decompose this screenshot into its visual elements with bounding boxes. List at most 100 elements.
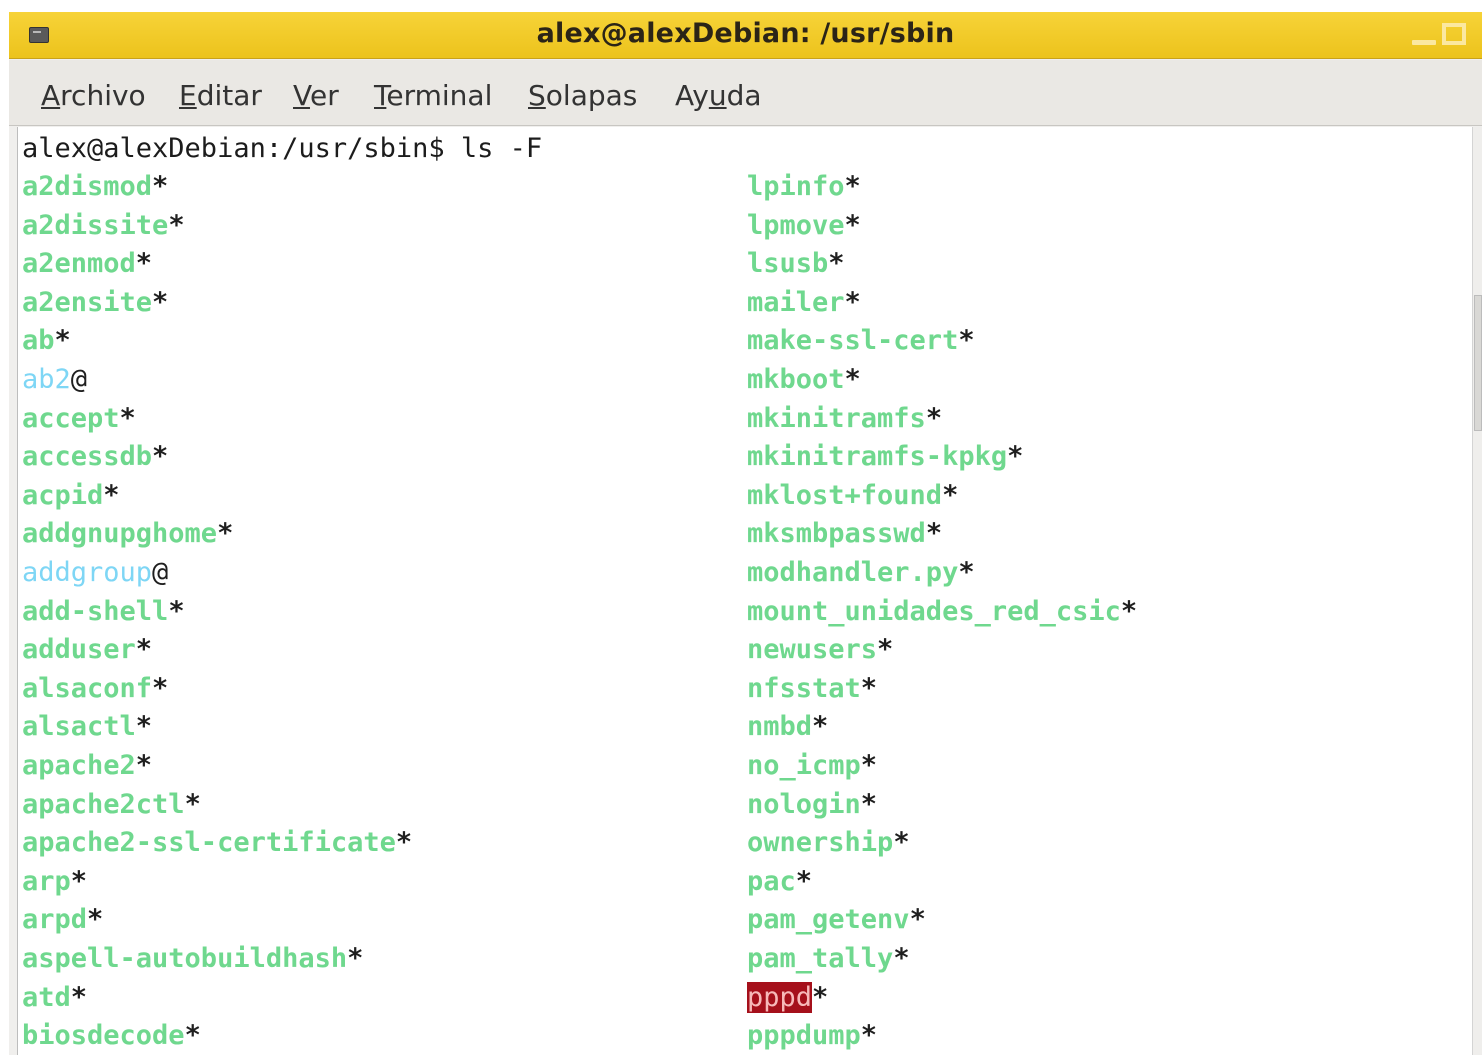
file-entry: apache2*	[22, 747, 152, 785]
menu-terminal-label: erminal	[386, 79, 493, 112]
file-type-suffix: *	[844, 209, 861, 241]
file-name: biosdecode	[22, 1020, 185, 1052]
file-type-suffix: *	[87, 904, 104, 936]
file-name: pam_tally	[747, 943, 894, 974]
file-name: acpid	[22, 479, 104, 511]
menu-ayuda-mnemonic: u	[708, 79, 727, 112]
menu-solapas-mnemonic: S	[528, 79, 546, 112]
file-type-suffix: *	[860, 672, 878, 704]
file-entry: addgnupghome*	[22, 515, 233, 553]
file-name: pam_getenv	[747, 904, 910, 936]
file-type-suffix: @	[152, 557, 169, 588]
title-bar[interactable]: alex@alexDebian: /usr/sbin	[9, 12, 1482, 59]
file-name: mount_unidades_red_csic	[747, 595, 1121, 627]
file-type-suffix: *	[70, 981, 88, 1013]
file-name: no_icmp	[747, 750, 861, 781]
file-type-suffix: *	[828, 248, 845, 280]
file-type-suffix: *	[168, 209, 185, 241]
file-entry: biosdecode*	[22, 1017, 201, 1055]
file-name: pppdump	[747, 1020, 861, 1052]
vertical-scrollbar[interactable]	[1472, 127, 1482, 1055]
menu-ayuda-label: da	[726, 79, 762, 112]
file-entry: nologin*	[747, 786, 877, 824]
menu-ayuda[interactable]: Ayuda	[675, 79, 762, 112]
file-type-suffix: *	[152, 171, 169, 202]
menu-solapas[interactable]: Solapas	[528, 79, 637, 112]
file-type-suffix: *	[103, 479, 120, 511]
file-type-suffix: *	[925, 402, 943, 434]
file-name: apache2-ssl-certificate	[22, 827, 396, 859]
file-entry: nfsstat*	[747, 670, 877, 708]
menu-solapas-label: olapas	[545, 79, 638, 112]
file-type-suffix: *	[925, 518, 943, 550]
maximize-icon[interactable]	[1442, 23, 1466, 45]
file-name: pppd	[747, 981, 813, 1013]
file-type-suffix: *	[893, 827, 910, 859]
file-name: a2dismod	[22, 171, 153, 202]
file-name: pac	[747, 865, 796, 897]
file-name: addgroup	[22, 557, 153, 588]
file-entry: newusers*	[747, 631, 893, 669]
file-entry: addgroup@	[22, 554, 168, 592]
file-name: atd	[22, 981, 71, 1013]
file-entry: pppd*	[747, 979, 828, 1017]
file-entry: a2enmod*	[22, 245, 152, 283]
file-type-suffix: @	[70, 364, 88, 395]
file-name: mkinitramfs	[747, 402, 926, 434]
terminal-output[interactable]: alex@alexDebian:/usr/sbin$ ls -F a2dismo…	[17, 127, 1473, 1055]
file-entry: lsusb*	[747, 245, 845, 283]
menu-terminal[interactable]: Terminal	[374, 79, 492, 112]
file-entry: mount_unidades_red_csic*	[747, 593, 1137, 631]
menu-archivo-label: rchivo	[60, 79, 146, 112]
file-entry: make-ssl-cert*	[747, 322, 975, 360]
file-entry: accept*	[22, 400, 136, 438]
minimize-icon[interactable]	[1412, 40, 1436, 45]
file-type-suffix: *	[70, 865, 88, 897]
file-name: newusers	[747, 634, 878, 666]
file-type-suffix: *	[909, 904, 926, 936]
file-type-suffix: *	[860, 750, 878, 781]
file-entry: mkinitramfs-kpkg*	[747, 438, 1023, 476]
file-type-suffix: *	[347, 943, 364, 974]
file-entry: no_icmp*	[747, 747, 877, 785]
menu-editar[interactable]: Editar	[179, 79, 262, 112]
file-entry: ownership*	[747, 824, 910, 862]
file-entry: pppdump*	[747, 1017, 877, 1055]
menu-ver[interactable]: Ver	[293, 79, 339, 112]
file-type-suffix: *	[217, 518, 234, 550]
scrollbar-thumb[interactable]	[1474, 295, 1482, 431]
file-type-suffix: *	[844, 286, 861, 318]
window-title: alex@alexDebian: /usr/sbin	[536, 18, 955, 49]
file-entry: a2dismod*	[22, 168, 168, 206]
file-entry: arpd*	[22, 901, 103, 939]
file-name: arp	[22, 865, 71, 897]
desktop-edge	[0, 0, 9, 1055]
file-name: alsactl	[22, 711, 136, 743]
file-entry: pam_tally*	[747, 940, 910, 978]
file-type-suffix: *	[844, 364, 861, 395]
file-entry: pam_getenv*	[747, 901, 926, 939]
file-type-suffix: *	[168, 595, 185, 627]
file-type-suffix: *	[54, 325, 71, 357]
file-name: apache2ctl	[22, 788, 185, 820]
menu-archivo[interactable]: Archivo	[41, 79, 146, 112]
file-type-suffix: *	[135, 248, 153, 280]
file-entry: alsactl*	[22, 708, 152, 746]
file-entry: ab2@	[22, 361, 87, 399]
menu-terminal-mnemonic: T	[374, 79, 387, 112]
desktop-strip	[9, 0, 1482, 12]
file-entry: mksmbpasswd*	[747, 515, 942, 553]
file-name: mkboot	[747, 364, 845, 395]
file-name: accessdb	[22, 441, 153, 473]
file-entry: arp*	[22, 863, 87, 901]
file-type-suffix: *	[893, 943, 910, 974]
file-type-suffix: *	[135, 750, 153, 781]
file-entry: apache2ctl*	[22, 786, 201, 824]
menu-editar-label: ditar	[196, 79, 262, 112]
file-type-suffix: *	[860, 1020, 878, 1052]
file-name: apache2	[22, 750, 136, 781]
file-entry: modhandler.py*	[747, 554, 975, 592]
file-entry: lpmove*	[747, 207, 861, 245]
file-type-suffix: *	[844, 171, 861, 202]
menu-ver-label: er	[309, 79, 339, 112]
